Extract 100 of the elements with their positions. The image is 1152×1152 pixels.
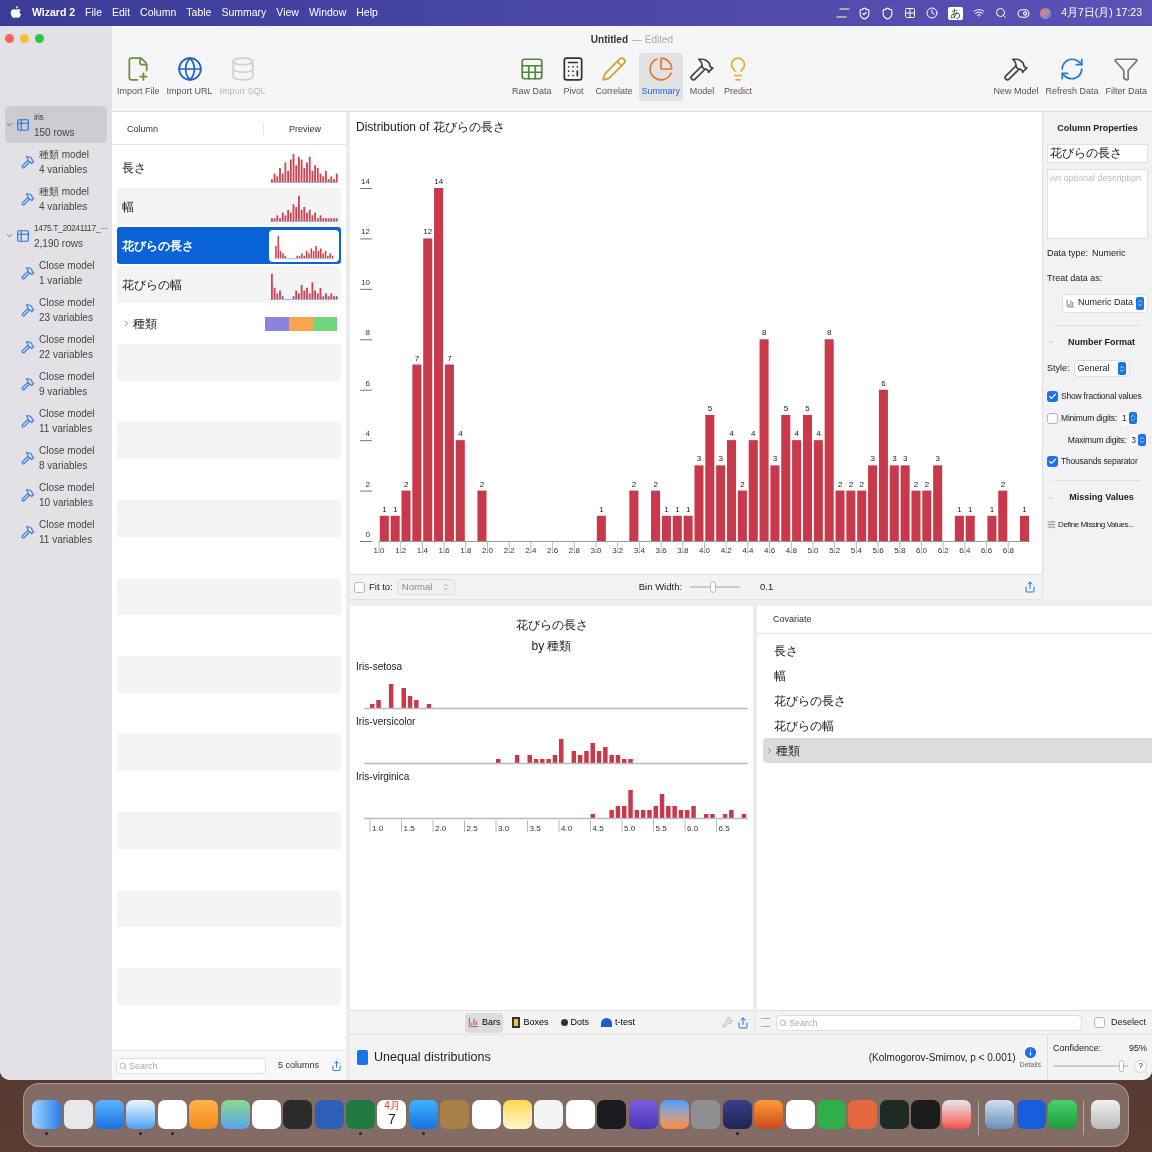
dock-app-icon[interactable]: [534, 1100, 564, 1129]
menu-item[interactable]: Edit: [112, 5, 131, 21]
checkbox[interactable]: [1047, 412, 1058, 424]
menu-item[interactable]: Summary: [221, 5, 267, 21]
toolbar-button[interactable]: Import File: [114, 53, 163, 101]
dock-app-icon[interactable]: [1048, 1100, 1078, 1129]
dock-app-icon[interactable]: [503, 1100, 532, 1129]
dock-app-icon[interactable]: [283, 1100, 313, 1129]
share-icon[interactable]: [331, 1059, 342, 1072]
toolbar-button[interactable]: Refresh Data: [1042, 53, 1102, 101]
dock-app-icon[interactable]: [985, 1100, 1015, 1129]
stepper-arrows[interactable]: [1138, 433, 1146, 446]
column-row[interactable]: 長さ: [117, 149, 341, 186]
disclosure-chevron-icon[interactable]: [5, 231, 14, 240]
slider-thumb[interactable]: [709, 581, 716, 593]
dock-app-icon[interactable]: [94, 1100, 124, 1129]
model-row[interactable]: Close model 10 variables: [5, 476, 107, 513]
dock-app-icon[interactable]: [597, 1100, 627, 1129]
column-row[interactable]: 幅: [117, 188, 341, 225]
toolbar-button[interactable]: Predict: [721, 53, 756, 101]
dock-app-icon[interactable]: [722, 1100, 752, 1129]
model-row[interactable]: Close model 23 variables: [5, 291, 107, 328]
dock-app-icon[interactable]: [32, 1100, 62, 1129]
dock-app-icon[interactable]: [754, 1100, 784, 1129]
search-icon[interactable]: [995, 7, 1008, 19]
covariate-row[interactable]: 幅: [763, 663, 1152, 688]
shield-icon[interactable]: [881, 6, 895, 20]
covariate-row[interactable]: 長さ: [763, 638, 1152, 663]
close-window-button[interactable]: [5, 34, 14, 43]
disclosure-chevron-icon[interactable]: [5, 120, 14, 129]
toggle-icon[interactable]: [1017, 6, 1031, 20]
stepper-field[interactable]: 1: [1120, 411, 1139, 425]
dock-app-icon[interactable]: [63, 1100, 93, 1129]
dock-app-icon[interactable]: [189, 1100, 219, 1129]
menu-item[interactable]: View: [276, 5, 299, 21]
dock-app-icon[interactable]: [220, 1100, 250, 1129]
plot-type-tab[interactable]: Dots: [557, 1012, 592, 1033]
dock-app-icon[interactable]: [408, 1100, 438, 1129]
menu-clock[interactable]: 4月7日(月) 17:23: [1061, 5, 1142, 21]
menu-item[interactable]: Help: [356, 5, 378, 21]
define-missing-values-link[interactable]: Define Missing Values...: [1058, 518, 1134, 531]
model-row[interactable]: 種類 model 4 variables: [5, 143, 107, 180]
share-icon[interactable]: [737, 1016, 749, 1029]
covariate-row[interactable]: 花びらの長さ: [763, 688, 1152, 713]
dock-app-icon[interactable]: [659, 1100, 689, 1129]
search-field[interactable]: Search: [776, 1014, 1082, 1031]
dataset-row[interactable]: iris 150 rows: [5, 106, 107, 143]
column-row[interactable]: 花びらの長さ: [117, 227, 341, 264]
input-mode-indicator[interactable]: あ: [948, 6, 964, 20]
model-row[interactable]: Close model 22 variables: [5, 328, 107, 365]
toolbar-button[interactable]: Model: [686, 53, 718, 101]
popup-arrows[interactable]: [1117, 362, 1126, 375]
menu-item[interactable]: File: [85, 5, 102, 21]
clock-icon[interactable]: [926, 7, 939, 19]
column-row[interactable]: 種類: [117, 305, 341, 342]
style-select[interactable]: General: [1073, 360, 1130, 377]
model-row[interactable]: Close model 8 variables: [5, 439, 107, 476]
dock-app-icon[interactable]: [1090, 1100, 1120, 1129]
grid-icon[interactable]: [904, 7, 917, 19]
wrench-icon[interactable]: [722, 1017, 733, 1028]
bin-width-slider[interactable]: [690, 581, 741, 593]
toolbar-button[interactable]: New Model: [990, 53, 1042, 101]
dock-app-icon[interactable]: [942, 1100, 972, 1129]
dataset-row[interactable]: 1475.T_20241117_··· 2,190 rows: [5, 217, 107, 254]
menu-item[interactable]: Window: [308, 5, 347, 21]
logo-icon[interactable]: [10, 6, 22, 20]
stepper-arrows[interactable]: [1128, 412, 1137, 425]
disclosure-chevron-icon[interactable]: [765, 746, 774, 755]
confidence-slider[interactable]: [1053, 1060, 1129, 1073]
checkbox[interactable]: [1047, 390, 1058, 402]
wifi-icon[interactable]: [973, 7, 986, 19]
toolbar-button[interactable]: Correlate: [592, 53, 636, 101]
dock-app-icon[interactable]: [785, 1100, 815, 1129]
disclosure-chevron-icon[interactable]: [122, 319, 131, 328]
dock-app-icon[interactable]: [251, 1100, 281, 1129]
column-row[interactable]: 花びらの幅: [117, 266, 341, 303]
toolbar-button[interactable]: Summary: [638, 53, 683, 101]
dock-app-icon[interactable]: [565, 1100, 595, 1129]
toolbar-button[interactable]: Filter Data: [1102, 53, 1150, 101]
info-icon[interactable]: [1022, 1044, 1038, 1060]
toolbar-button[interactable]: Pivot: [557, 53, 590, 101]
covariate-row[interactable]: 種類: [763, 738, 1152, 763]
model-row[interactable]: Close model 11 variables: [5, 402, 107, 439]
shield-check-icon[interactable]: [858, 6, 872, 20]
dock-app-icon[interactable]: [126, 1100, 156, 1129]
menu-app-name[interactable]: Wizard 2: [32, 5, 76, 21]
dock-app-icon[interactable]: [911, 1100, 941, 1129]
dock-app-icon[interactable]: [471, 1100, 501, 1129]
checkbox[interactable]: [1094, 1017, 1105, 1028]
stepper-field[interactable]: 3: [1129, 433, 1148, 447]
share-icon[interactable]: [1024, 581, 1036, 593]
toolbar-button[interactable]: Raw Data: [508, 53, 555, 101]
toolbar-button[interactable]: Import URL: [163, 53, 216, 101]
calendar-app-icon[interactable]: 4月 7: [377, 1100, 407, 1129]
checkbox[interactable]: [1047, 456, 1058, 468]
search-field[interactable]: Search: [116, 1057, 266, 1074]
zoom-window-button[interactable]: [35, 34, 44, 43]
slider-thumb[interactable]: [1118, 1060, 1124, 1073]
model-row[interactable]: Close model 11 variables: [5, 513, 107, 550]
help-button[interactable]: ?: [1134, 1059, 1147, 1073]
